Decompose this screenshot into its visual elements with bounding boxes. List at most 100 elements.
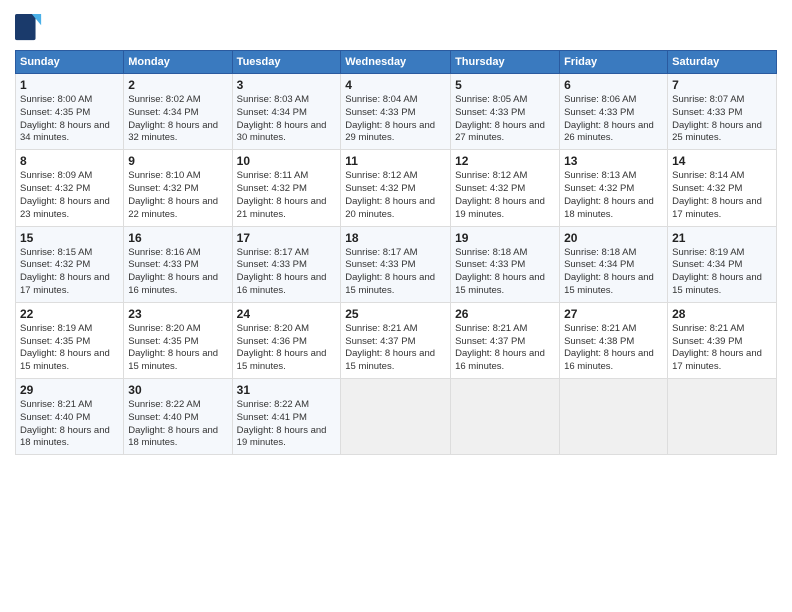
header-cell-tuesday: Tuesday <box>232 51 341 74</box>
day-number: 1 <box>20 78 119 92</box>
logo <box>15 14 47 42</box>
day-cell: 12Sunrise: 8:12 AMSunset: 4:32 PMDayligh… <box>451 150 560 226</box>
header-cell-sunday: Sunday <box>16 51 124 74</box>
day-number: 6 <box>564 78 663 92</box>
day-number: 15 <box>20 231 119 245</box>
day-number: 18 <box>345 231 446 245</box>
header-cell-friday: Friday <box>560 51 668 74</box>
calendar-body: 1 Sunrise: 8:00 AMSunset: 4:35 PMDaylight… <box>16 74 777 455</box>
calendar-container: SundayMondayTuesdayWednesdayThursdayFrid… <box>0 0 792 465</box>
day-info: Sunrise: 8:21 AMSunset: 4:37 PMDaylight:… <box>455 323 555 374</box>
day-number: 27 <box>564 307 663 321</box>
day-cell: 23 Sunrise: 8:20 AMSunset: 4:35 PMDayligh… <box>124 302 232 378</box>
day-number: 30 <box>128 383 227 397</box>
week-row-5: 29 Sunrise: 8:21 AMSunset: 4:40 PMDayligh… <box>16 379 777 455</box>
header-cell-thursday: Thursday <box>451 51 560 74</box>
day-cell: 22 Sunrise: 8:19 AMSunset: 4:35 PMDayligh… <box>16 302 124 378</box>
day-number: 31 <box>237 383 337 397</box>
header-cell-wednesday: Wednesday <box>341 51 451 74</box>
week-row-4: 22 Sunrise: 8:19 AMSunset: 4:35 PMDayligh… <box>16 302 777 378</box>
day-cell: 31 Sunrise: 8:22 AMSunset: 4:41 PMDayligh… <box>232 379 341 455</box>
day-cell <box>560 379 668 455</box>
day-cell: 4Sunrise: 8:04 AMSunset: 4:33 PMDaylight… <box>341 74 451 150</box>
day-info: Sunrise: 8:21 AMSunset: 4:38 PMDaylight:… <box>564 323 663 374</box>
day-info: Sunrise: 8:13 AMSunset: 4:32 PMDaylight:… <box>564 170 663 221</box>
day-cell: 8 Sunrise: 8:09 AMSunset: 4:32 PMDaylight… <box>16 150 124 226</box>
day-info: Sunrise: 8:16 AMSunset: 4:33 PMDaylight:… <box>128 247 227 298</box>
day-cell: 9Sunrise: 8:10 AMSunset: 4:32 PMDaylight… <box>124 150 232 226</box>
day-number: 23 <box>128 307 227 321</box>
day-info: Sunrise: 8:06 AMSunset: 4:33 PMDaylight:… <box>564 94 663 145</box>
day-cell: 24 Sunrise: 8:20 AMSunset: 4:36 PMDayligh… <box>232 302 341 378</box>
day-info: Sunrise: 8:03 AMSunset: 4:34 PMDaylight:… <box>237 94 337 145</box>
day-info: Sunrise: 8:22 AMSunset: 4:40 PMDaylight:… <box>128 399 227 450</box>
day-info: Sunrise: 8:20 AMSunset: 4:36 PMDaylight:… <box>237 323 337 374</box>
day-info: Sunrise: 8:09 AMSunset: 4:32 PMDaylight:… <box>20 170 119 221</box>
day-cell: 5Sunrise: 8:05 AMSunset: 4:33 PMDaylight… <box>451 74 560 150</box>
day-cell: 6 Sunrise: 8:06 AMSunset: 4:33 PMDaylight… <box>560 74 668 150</box>
header-cell-saturday: Saturday <box>668 51 777 74</box>
day-number: 17 <box>237 231 337 245</box>
calendar-header: SundayMondayTuesdayWednesdayThursdayFrid… <box>16 51 777 74</box>
day-cell: 19 Sunrise: 8:18 AMSunset: 4:33 PMDayligh… <box>451 226 560 302</box>
day-info: Sunrise: 8:21 AMSunset: 4:40 PMDaylight:… <box>20 399 119 450</box>
week-row-1: 1 Sunrise: 8:00 AMSunset: 4:35 PMDaylight… <box>16 74 777 150</box>
day-number: 13 <box>564 154 663 168</box>
day-info: Sunrise: 8:12 AMSunset: 4:32 PMDaylight:… <box>345 170 446 221</box>
logo-icon <box>15 14 43 42</box>
day-cell: 25Sunrise: 8:21 AMSunset: 4:37 PMDayligh… <box>341 302 451 378</box>
day-cell <box>451 379 560 455</box>
day-number: 16 <box>128 231 227 245</box>
day-info: Sunrise: 8:18 AMSunset: 4:34 PMDaylight:… <box>564 247 663 298</box>
day-cell: 30 Sunrise: 8:22 AMSunset: 4:40 PMDayligh… <box>124 379 232 455</box>
day-number: 3 <box>237 78 337 92</box>
day-cell: 7Sunrise: 8:07 AMSunset: 4:33 PMDaylight… <box>668 74 777 150</box>
header-row: SundayMondayTuesdayWednesdayThursdayFrid… <box>16 51 777 74</box>
day-cell: 21 Sunrise: 8:19 AMSunset: 4:34 PMDayligh… <box>668 226 777 302</box>
day-info: Sunrise: 8:02 AMSunset: 4:34 PMDaylight:… <box>128 94 227 145</box>
day-info: Sunrise: 8:17 AMSunset: 4:33 PMDaylight:… <box>237 247 337 298</box>
day-info: Sunrise: 8:19 AMSunset: 4:34 PMDaylight:… <box>672 247 772 298</box>
day-info: Sunrise: 8:22 AMSunset: 4:41 PMDaylight:… <box>237 399 337 450</box>
day-number: 14 <box>672 154 772 168</box>
day-info: Sunrise: 8:17 AMSunset: 4:33 PMDaylight:… <box>345 247 446 298</box>
day-cell: 16 Sunrise: 8:16 AMSunset: 4:33 PMDayligh… <box>124 226 232 302</box>
day-number: 28 <box>672 307 772 321</box>
day-info: Sunrise: 8:11 AMSunset: 4:32 PMDaylight:… <box>237 170 337 221</box>
day-number: 12 <box>455 154 555 168</box>
week-row-3: 15 Sunrise: 8:15 AMSunset: 4:32 PMDayligh… <box>16 226 777 302</box>
day-info: Sunrise: 8:05 AMSunset: 4:33 PMDaylight:… <box>455 94 555 145</box>
day-number: 10 <box>237 154 337 168</box>
day-cell: 28 Sunrise: 8:21 AMSunset: 4:39 PMDayligh… <box>668 302 777 378</box>
header-cell-monday: Monday <box>124 51 232 74</box>
day-cell: 10 Sunrise: 8:11 AMSunset: 4:32 PMDayligh… <box>232 150 341 226</box>
day-cell: 20 Sunrise: 8:18 AMSunset: 4:34 PMDayligh… <box>560 226 668 302</box>
day-number: 20 <box>564 231 663 245</box>
day-info: Sunrise: 8:00 AMSunset: 4:35 PMDaylight:… <box>20 94 119 145</box>
day-number: 11 <box>345 154 446 168</box>
day-number: 26 <box>455 307 555 321</box>
day-number: 22 <box>20 307 119 321</box>
day-number: 8 <box>20 154 119 168</box>
day-number: 7 <box>672 78 772 92</box>
day-info: Sunrise: 8:18 AMSunset: 4:33 PMDaylight:… <box>455 247 555 298</box>
day-info: Sunrise: 8:19 AMSunset: 4:35 PMDaylight:… <box>20 323 119 374</box>
day-number: 29 <box>20 383 119 397</box>
day-cell <box>668 379 777 455</box>
day-cell: 11 Sunrise: 8:12 AMSunset: 4:32 PMDayligh… <box>341 150 451 226</box>
day-cell: 26 Sunrise: 8:21 AMSunset: 4:37 PMDayligh… <box>451 302 560 378</box>
day-cell: 2Sunrise: 8:02 AMSunset: 4:34 PMDaylight… <box>124 74 232 150</box>
day-info: Sunrise: 8:20 AMSunset: 4:35 PMDaylight:… <box>128 323 227 374</box>
day-info: Sunrise: 8:15 AMSunset: 4:32 PMDaylight:… <box>20 247 119 298</box>
day-number: 19 <box>455 231 555 245</box>
day-cell: 18 Sunrise: 8:17 AMSunset: 4:33 PMDayligh… <box>341 226 451 302</box>
header <box>15 10 777 42</box>
day-info: Sunrise: 8:21 AMSunset: 4:39 PMDaylight:… <box>672 323 772 374</box>
day-number: 24 <box>237 307 337 321</box>
day-number: 21 <box>672 231 772 245</box>
day-info: Sunrise: 8:21 AMSunset: 4:37 PMDaylight:… <box>345 323 446 374</box>
day-cell: 27 Sunrise: 8:21 AMSunset: 4:38 PMDayligh… <box>560 302 668 378</box>
day-cell: 14Sunrise: 8:14 AMSunset: 4:32 PMDayligh… <box>668 150 777 226</box>
day-cell: 15 Sunrise: 8:15 AMSunset: 4:32 PMDayligh… <box>16 226 124 302</box>
day-cell: 13 Sunrise: 8:13 AMSunset: 4:32 PMDayligh… <box>560 150 668 226</box>
